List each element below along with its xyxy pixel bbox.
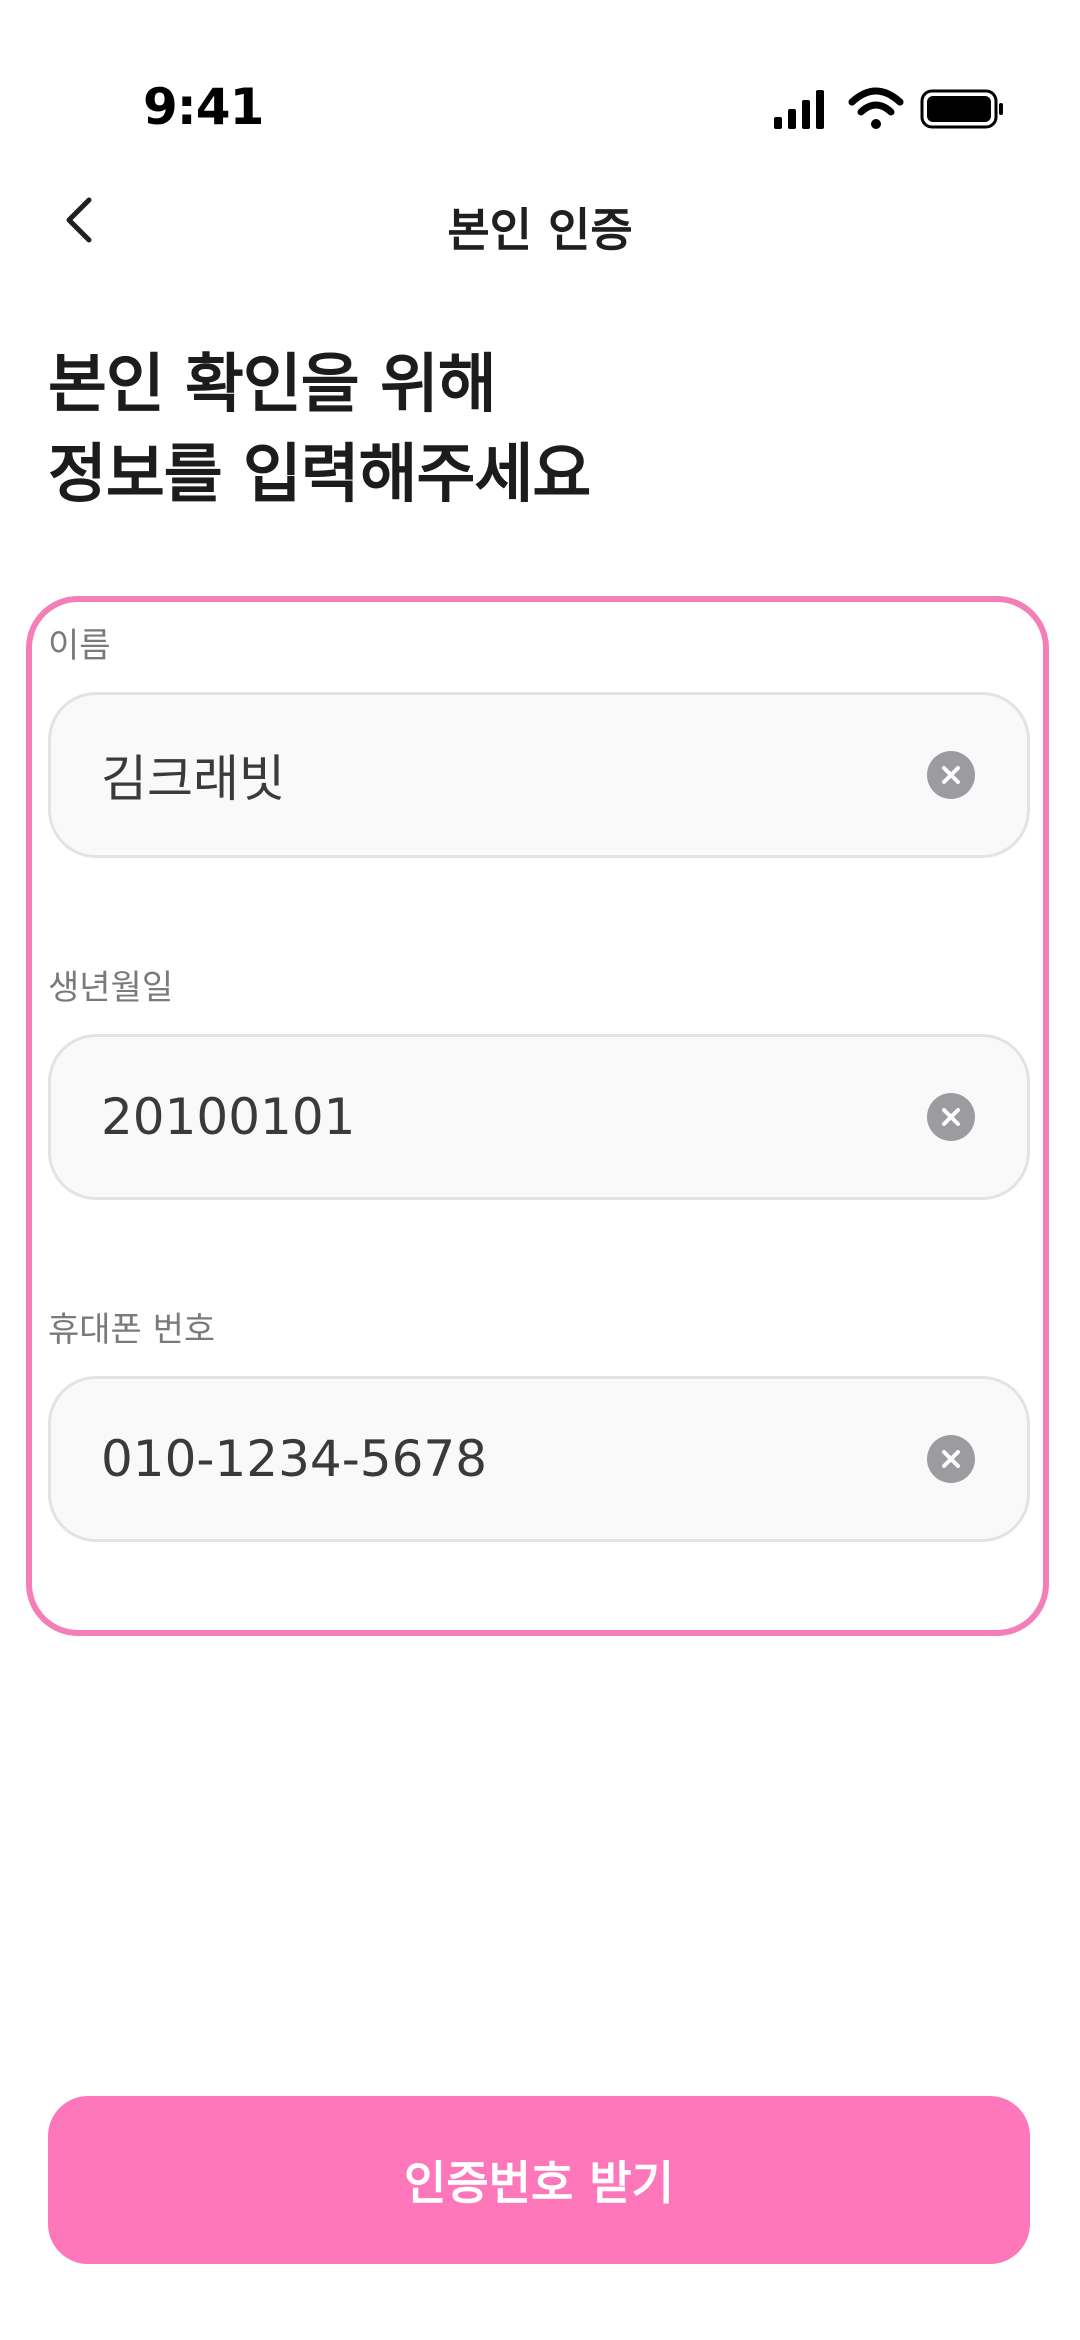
heading-line-2: 정보를 입력해주세요 xyxy=(48,438,591,512)
heading-line-1: 본인 확인을 위해 xyxy=(48,348,497,422)
status-bar: 9:41 xyxy=(0,0,1080,160)
clear-circle-icon xyxy=(942,766,960,784)
heading: 본인 확인을 위해 정보를 입력해주세요 xyxy=(48,340,1028,520)
birthdate-value: 20100101 xyxy=(101,1088,356,1146)
signal-icon xyxy=(774,90,824,129)
clear-circle-icon xyxy=(942,1108,960,1126)
request-code-button[interactable]: 인증번호 받기 xyxy=(48,2096,1030,2264)
status-icons xyxy=(770,84,1010,134)
page-title: 본인 인증 xyxy=(447,203,633,257)
birthdate-field[interactable]: 20100101 xyxy=(48,1034,1030,1200)
name-clear-button[interactable] xyxy=(927,751,975,799)
phone-field[interactable]: 010-1234-5678 xyxy=(48,1376,1030,1542)
clear-circle-icon xyxy=(942,1450,960,1468)
name-label: 이름 xyxy=(48,626,111,666)
phone-value: 010-1234-5678 xyxy=(101,1430,488,1488)
name-field[interactable]: 김크래빗 xyxy=(48,692,1030,858)
birthdate-clear-button[interactable] xyxy=(927,1093,975,1141)
status-time: 9:41 xyxy=(143,78,264,136)
phone-clear-button[interactable] xyxy=(927,1435,975,1483)
wifi-icon xyxy=(848,87,904,129)
battery-icon xyxy=(920,89,1003,129)
phone-label: 휴대폰 번호 xyxy=(48,1310,216,1350)
name-value: 김크래빗 xyxy=(101,750,285,808)
top-nav: 본인 인증 xyxy=(0,180,1080,260)
birthdate-label: 생년월일 xyxy=(48,968,174,1008)
request-code-label: 인증번호 받기 xyxy=(404,2156,674,2210)
